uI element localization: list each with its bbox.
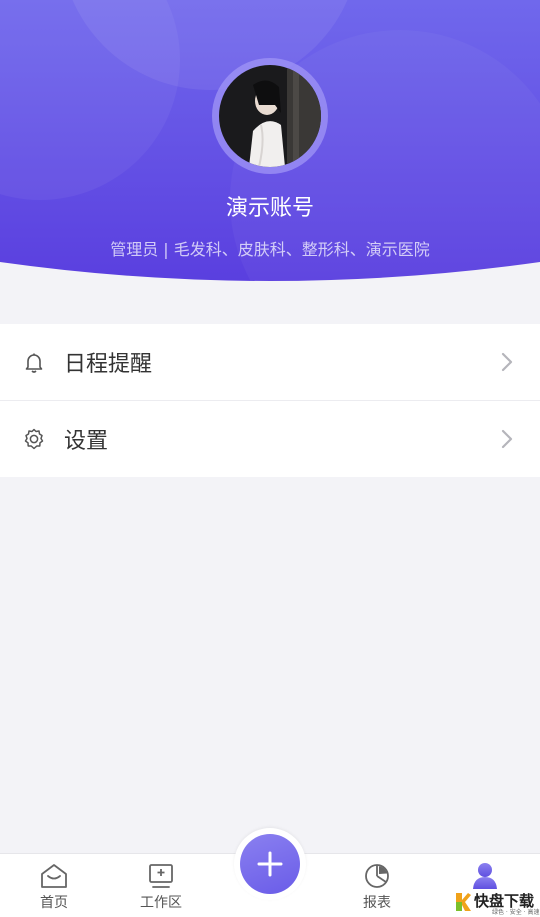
avatar-ring[interactable] — [212, 58, 328, 174]
bell-icon — [25, 353, 43, 373]
watermark: 快盘下载 绿色 · 安全 · 高速 — [454, 888, 540, 917]
tab-label-home: 首页 — [40, 895, 68, 911]
profile-page: 演示账号 管理员 | 毛发科、皮肤科、整形科、演示医院 日程提醒 设置 首页 工… — [0, 0, 540, 917]
watermark-logo-icon — [456, 893, 471, 911]
home-icon — [41, 864, 67, 888]
avatar-photo — [219, 65, 321, 167]
pie-chart-icon — [365, 864, 389, 888]
plus-icon — [257, 851, 283, 877]
profile-icon — [473, 863, 497, 889]
menu-item-settings[interactable]: 设置 — [0, 401, 540, 477]
workspace-icon — [149, 864, 173, 888]
menu-label-schedule-reminder: 日程提醒 — [64, 352, 153, 377]
chevron-right-icon — [501, 352, 513, 372]
account-role: 管理员 | 毛发科、皮肤科、整形科、演示医院 — [110, 240, 430, 259]
fab-container — [234, 828, 306, 900]
gear-icon — [24, 428, 44, 450]
avatar[interactable] — [219, 65, 321, 167]
account-name: 演示账号 — [225, 196, 314, 221]
watermark-subtext: 绿色 · 安全 · 高速 — [492, 909, 540, 916]
menu-item-schedule-reminder[interactable]: 日程提醒 — [0, 324, 540, 401]
chevron-right-icon — [501, 429, 513, 449]
profile-header: 演示账号 管理员 | 毛发科、皮肤科、整形科、演示医院 — [0, 0, 540, 282]
tab-label-workspace: 工作区 — [140, 895, 182, 911]
add-button[interactable] — [240, 834, 300, 894]
tab-home[interactable]: 首页 — [9, 854, 99, 917]
menu-list: 日程提醒 设置 — [0, 324, 540, 477]
tab-workspace[interactable]: 工作区 — [116, 854, 206, 917]
tab-reports[interactable]: 报表 — [332, 854, 422, 917]
menu-label-settings: 设置 — [64, 429, 109, 454]
tab-label-reports: 报表 — [363, 895, 391, 911]
